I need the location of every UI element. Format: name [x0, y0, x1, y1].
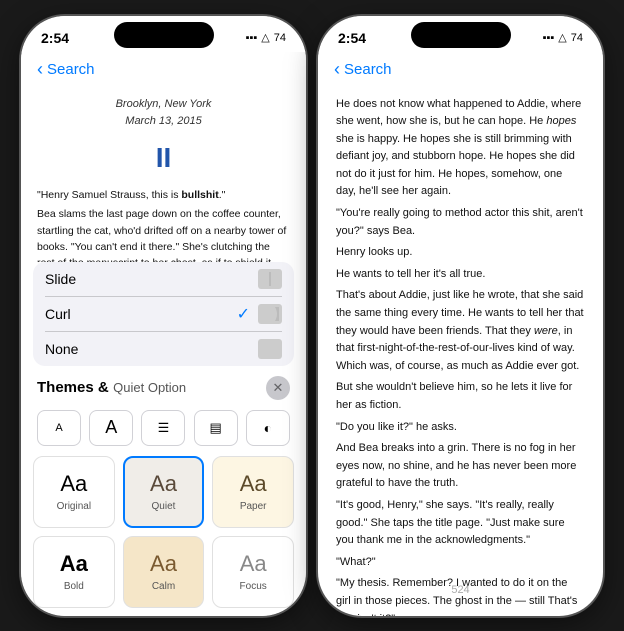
back-label-left: Search [47, 61, 95, 78]
book-header: Brooklyn, New York March 13, 2015 [37, 96, 290, 130]
theme-bold-label: Bold [64, 581, 84, 592]
font-controls: A A ☰ ▤ ◐ [21, 406, 306, 452]
back-chevron-right: ‹ [334, 59, 340, 80]
transition-section: Slide Curl ✓ [21, 262, 306, 366]
font-style-button[interactable]: ☰ [141, 410, 185, 446]
curl-label: Curl [45, 306, 71, 322]
curl-icon [258, 304, 282, 324]
themes-header: Themes & Quiet Option ✕ [21, 370, 306, 406]
theme-paper-aa: Aa [240, 471, 267, 497]
signal-icon-right: ▪▪▪ [543, 32, 555, 44]
slide-label: Slide [45, 271, 76, 287]
theme-focus-aa: Aa [240, 551, 267, 577]
theme-quiet[interactable]: Aa Quiet [123, 456, 205, 528]
right-phone: 2:54 ▪▪▪ △ 74 ‹ Search He does not know … [318, 16, 603, 616]
status-time-left: 2:54 [41, 30, 69, 46]
theme-original-label: Original [57, 501, 91, 512]
slide-icon [258, 269, 282, 289]
back-label-right: Search [344, 61, 392, 78]
theme-paper[interactable]: Aa Paper [212, 456, 294, 528]
themes-grid: Aa Original Aa Quiet Aa Paper Aa Bold Aa [21, 452, 306, 616]
theme-original[interactable]: Aa Original [33, 456, 115, 528]
status-icons-left: ▪▪▪ △ 74 [246, 31, 286, 44]
status-time-right: 2:54 [338, 30, 366, 46]
theme-focus-label: Focus [240, 581, 267, 592]
none-label: None [45, 341, 78, 357]
font-align-button[interactable]: ▤ [194, 410, 238, 446]
theme-paper-label: Paper [240, 501, 267, 512]
dynamic-island [114, 22, 214, 48]
theme-toggle-button[interactable]: ◐ [246, 410, 290, 446]
theme-quiet-label: Quiet [152, 501, 176, 512]
battery-icon: 74 [274, 32, 286, 44]
theme-focus[interactable]: Aa Focus [212, 536, 294, 608]
nav-bar-left: ‹ Search [21, 52, 306, 88]
theme-bold-aa: Aa [60, 551, 88, 577]
theme-toggle-icon: ◐ [264, 420, 272, 436]
page-number: 524 [451, 584, 469, 596]
status-icons-right: ▪▪▪ △ 74 [543, 31, 583, 44]
small-a-label: A [55, 422, 62, 434]
themes-title: Themes & [37, 379, 109, 396]
transition-slide-row[interactable]: Slide [45, 262, 282, 297]
reading-content: He does not know what happened to Addie,… [318, 88, 603, 616]
nav-bar-right: ‹ Search [318, 52, 603, 88]
wifi-icon-right: △ [558, 31, 566, 44]
signal-icon: ▪▪▪ [246, 32, 258, 44]
theme-bold[interactable]: Aa Bold [33, 536, 115, 608]
back-chevron-left: ‹ [37, 59, 43, 80]
quiet-options-label: Quiet Option [113, 380, 186, 395]
close-button[interactable]: ✕ [266, 376, 290, 400]
back-button-left[interactable]: ‹ Search [37, 59, 95, 80]
wifi-icon: △ [261, 31, 269, 44]
theme-original-aa: Aa [60, 471, 87, 497]
dynamic-island-right [411, 22, 511, 48]
theme-calm-label: Calm [152, 581, 175, 592]
theme-calm-aa: Aa [150, 551, 177, 577]
bottom-panel: Slide Curl ✓ [21, 262, 306, 616]
book-content-left: Brooklyn, New York March 13, 2015 II "He… [21, 88, 306, 273]
font-style-icon: ☰ [158, 420, 170, 436]
theme-quiet-aa: Aa [150, 471, 177, 497]
large-a-label: A [105, 417, 117, 438]
align-icon: ▤ [210, 420, 222, 436]
transition-curl-row[interactable]: Curl ✓ [45, 297, 282, 332]
left-phone: 2:54 ▪▪▪ △ 74 ‹ Search Brooklyn, New Yor… [21, 16, 306, 616]
curl-checkmark: ✓ [237, 304, 250, 324]
transition-none-row[interactable]: None [45, 332, 282, 366]
none-icon [258, 339, 282, 359]
book-text-left: "Henry Samuel Strauss, this is bullshit.… [37, 187, 290, 273]
phones-container: 2:54 ▪▪▪ △ 74 ‹ Search Brooklyn, New Yor… [21, 16, 603, 616]
battery-icon-right: 74 [571, 32, 583, 44]
font-large-button[interactable]: A [89, 410, 133, 446]
back-button-right[interactable]: ‹ Search [334, 59, 392, 80]
font-small-button[interactable]: A [37, 410, 81, 446]
theme-calm[interactable]: Aa Calm [123, 536, 205, 608]
chapter-number: II [37, 136, 290, 179]
